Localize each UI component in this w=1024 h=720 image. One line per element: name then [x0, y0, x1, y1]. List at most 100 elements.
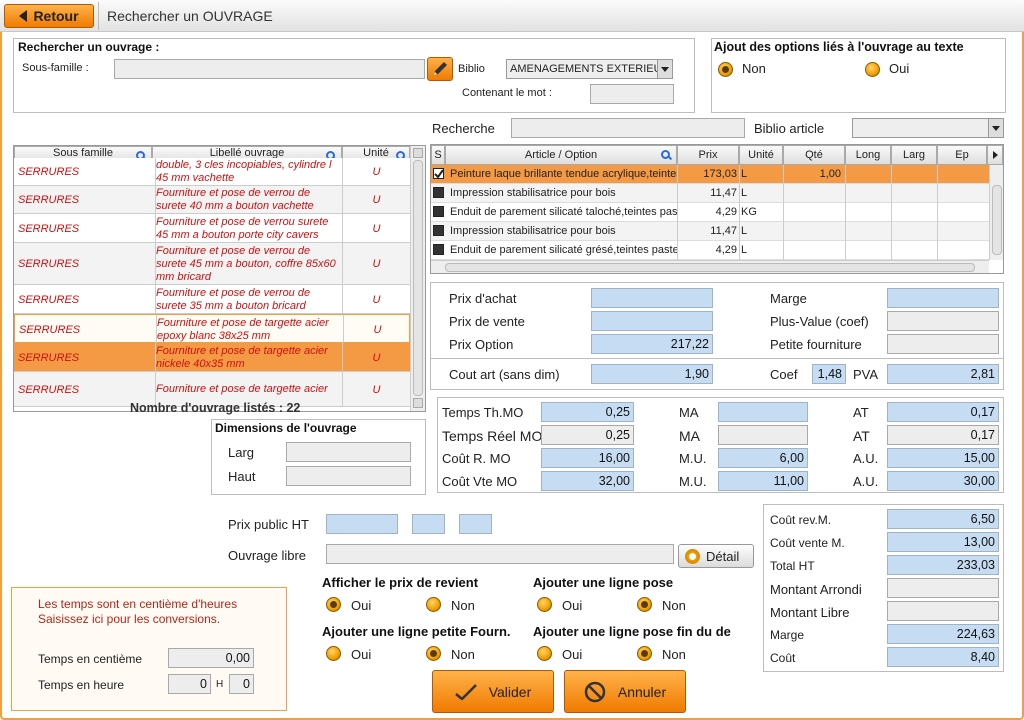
cout-vente-field[interactable]: 13,00	[887, 532, 999, 552]
au-vte-field[interactable]: 30,00	[887, 471, 999, 491]
table-row[interactable]: SERRURES Fourniture et pose de targette a…	[14, 343, 410, 372]
sousfamille-label: Sous-famille :	[22, 62, 89, 74]
article-scrollbar[interactable]	[989, 165, 1003, 260]
mu-field[interactable]: 6,00	[718, 448, 808, 468]
table-row[interactable]: Enduit de parement silicaté taloché,tein…	[431, 203, 989, 222]
table-scrollbar[interactable]	[410, 146, 425, 411]
prix-vente-field[interactable]	[591, 311, 713, 331]
cout-vte-field[interactable]: 32,00	[541, 471, 634, 491]
biblio-select[interactable]: AMENAGEMENTS EXTERIEURS	[506, 59, 673, 79]
recherche-input[interactable]	[511, 118, 745, 138]
ma-label: MA	[679, 405, 699, 420]
ouvrage-libre-input[interactable]	[326, 544, 674, 564]
contenant-input[interactable]	[590, 84, 674, 104]
col-header-long[interactable]: Long	[845, 145, 891, 165]
table-row[interactable]: SERRURES Fourniture et pose de verrou de …	[14, 243, 410, 285]
scroll-up-icon[interactable]	[413, 148, 423, 158]
pencil-icon[interactable]	[427, 57, 453, 81]
cout-rev-field[interactable]: 6,50	[887, 509, 999, 529]
search-icon[interactable]	[661, 150, 670, 159]
total-cout-field[interactable]: 8,40	[887, 647, 999, 667]
petite-oui-radio[interactable]	[326, 646, 341, 661]
table-row[interactable]: SERRURES Fourniture et pose de verrou sur…	[14, 214, 410, 243]
cout-art-field[interactable]: 1,90	[591, 364, 713, 384]
options-non-radio[interactable]	[718, 62, 733, 77]
table-row[interactable]: Peinture laque brillante tendue acryliqu…	[431, 165, 989, 184]
annuler-button[interactable]: Annuler	[564, 670, 686, 713]
hscroll-thumb[interactable]	[445, 263, 975, 272]
heure-m-field[interactable]: 0	[229, 674, 254, 694]
table-row[interactable]: SERRURES Fourniture et pose de verrou de …	[14, 186, 410, 214]
prix-public-field-1[interactable]	[326, 514, 398, 534]
at-field[interactable]: 0,17	[887, 402, 999, 422]
checkbox[interactable]	[433, 187, 444, 198]
table-row[interactable]: SERRURES Fourniture et pose de targette a…	[14, 314, 410, 344]
col-header-s[interactable]: S	[431, 145, 445, 165]
at-reel-field[interactable]: 0,17	[887, 425, 999, 445]
table-row[interactable]: Enduit de parement silicaté grésé,teinte…	[431, 241, 989, 260]
posefin-oui-radio[interactable]	[537, 646, 552, 661]
petite-fourniture-field[interactable]	[887, 334, 999, 354]
biblio-article-select[interactable]	[852, 118, 1004, 138]
table-row[interactable]: SERRURES Fourniture et pose de verrou de …	[14, 285, 410, 314]
chevron-down-icon[interactable]	[657, 60, 672, 78]
table-row[interactable]: Impression stabilisatrice pour bois 11,47…	[431, 222, 989, 241]
petite-fourniture-label: Petite fourniture	[770, 337, 862, 352]
checkbox[interactable]	[433, 168, 444, 179]
afficher-non-radio[interactable]	[426, 597, 441, 612]
total-marge-field[interactable]: 224,63	[887, 624, 999, 644]
pose-non-radio[interactable]	[637, 597, 652, 612]
back-button[interactable]: Retour	[4, 4, 94, 28]
scroll-down-icon[interactable]	[413, 398, 423, 408]
col-header-qte[interactable]: Qté	[783, 145, 845, 165]
arrondi-field[interactable]	[887, 578, 999, 598]
mu-vte-field[interactable]: 11,00	[718, 471, 808, 491]
heure-h-field[interactable]: 0	[168, 674, 211, 694]
pose-oui-radio[interactable]	[537, 597, 552, 612]
col-header-prix[interactable]: Prix	[677, 145, 739, 165]
valider-button[interactable]: Valider	[432, 670, 554, 713]
options-oui-radio[interactable]	[865, 62, 880, 77]
au-field[interactable]: 15,00	[887, 448, 999, 468]
total-ht-field[interactable]: 233,03	[887, 555, 999, 575]
coef-field[interactable]: 1,48	[812, 364, 846, 384]
ma-field[interactable]	[718, 402, 808, 422]
article-cell: Peinture laque brillante tendue acryliqu…	[450, 168, 678, 180]
article-hscrollbar[interactable]	[431, 260, 989, 273]
ma-reel-field[interactable]	[718, 425, 808, 445]
chevron-down-icon[interactable]	[988, 119, 1003, 137]
table-row[interactable]: Impression stabilisatrice pour bois 11,47…	[431, 184, 989, 203]
centieme-field[interactable]: 0,00	[168, 648, 254, 668]
checkbox[interactable]	[433, 225, 444, 236]
pva-field[interactable]: 2,81	[887, 364, 999, 384]
prix-achat-field[interactable]	[591, 288, 713, 308]
petite-non-radio[interactable]	[426, 646, 441, 661]
table-row[interactable]: SERRURES double, 3 cles incopiables, cyli…	[14, 158, 410, 186]
col-header-unite[interactable]: Unité	[739, 145, 783, 165]
plus-value-field[interactable]	[887, 311, 999, 331]
libre-field[interactable]	[887, 601, 999, 621]
scroll-thumb[interactable]	[992, 185, 1002, 255]
col-header-larg[interactable]: Larg	[891, 145, 937, 165]
prix-option-field[interactable]: 217,22	[591, 334, 713, 354]
prix-public-field-2[interactable]	[412, 514, 445, 534]
marge-field[interactable]	[887, 288, 999, 308]
libelle-text: Fourniture et pose de verrou surete 45 m…	[156, 215, 329, 241]
afficher-oui-radio[interactable]	[326, 597, 341, 612]
sousfamille-input[interactable]	[114, 59, 425, 79]
prix-public-field-3[interactable]	[459, 514, 492, 534]
larg-input[interactable]	[286, 442, 411, 462]
checkbox[interactable]	[433, 244, 444, 255]
haut-input[interactable]	[286, 466, 411, 486]
cout-r-field[interactable]: 16,00	[541, 448, 634, 468]
scroll-right-icon[interactable]	[987, 145, 1003, 165]
temps-th-field[interactable]: 0,25	[541, 402, 634, 422]
col-header-article[interactable]: Article / Option	[445, 145, 677, 165]
col-header-ep[interactable]: Ep	[937, 145, 987, 165]
detail-button[interactable]: Détail	[678, 544, 754, 568]
posefin-non-radio[interactable]	[637, 646, 652, 661]
article-cell: L	[741, 187, 748, 199]
temps-reel-field[interactable]: 0,25	[541, 425, 634, 445]
checkbox[interactable]	[433, 206, 444, 217]
scroll-thumb[interactable]	[413, 160, 423, 396]
